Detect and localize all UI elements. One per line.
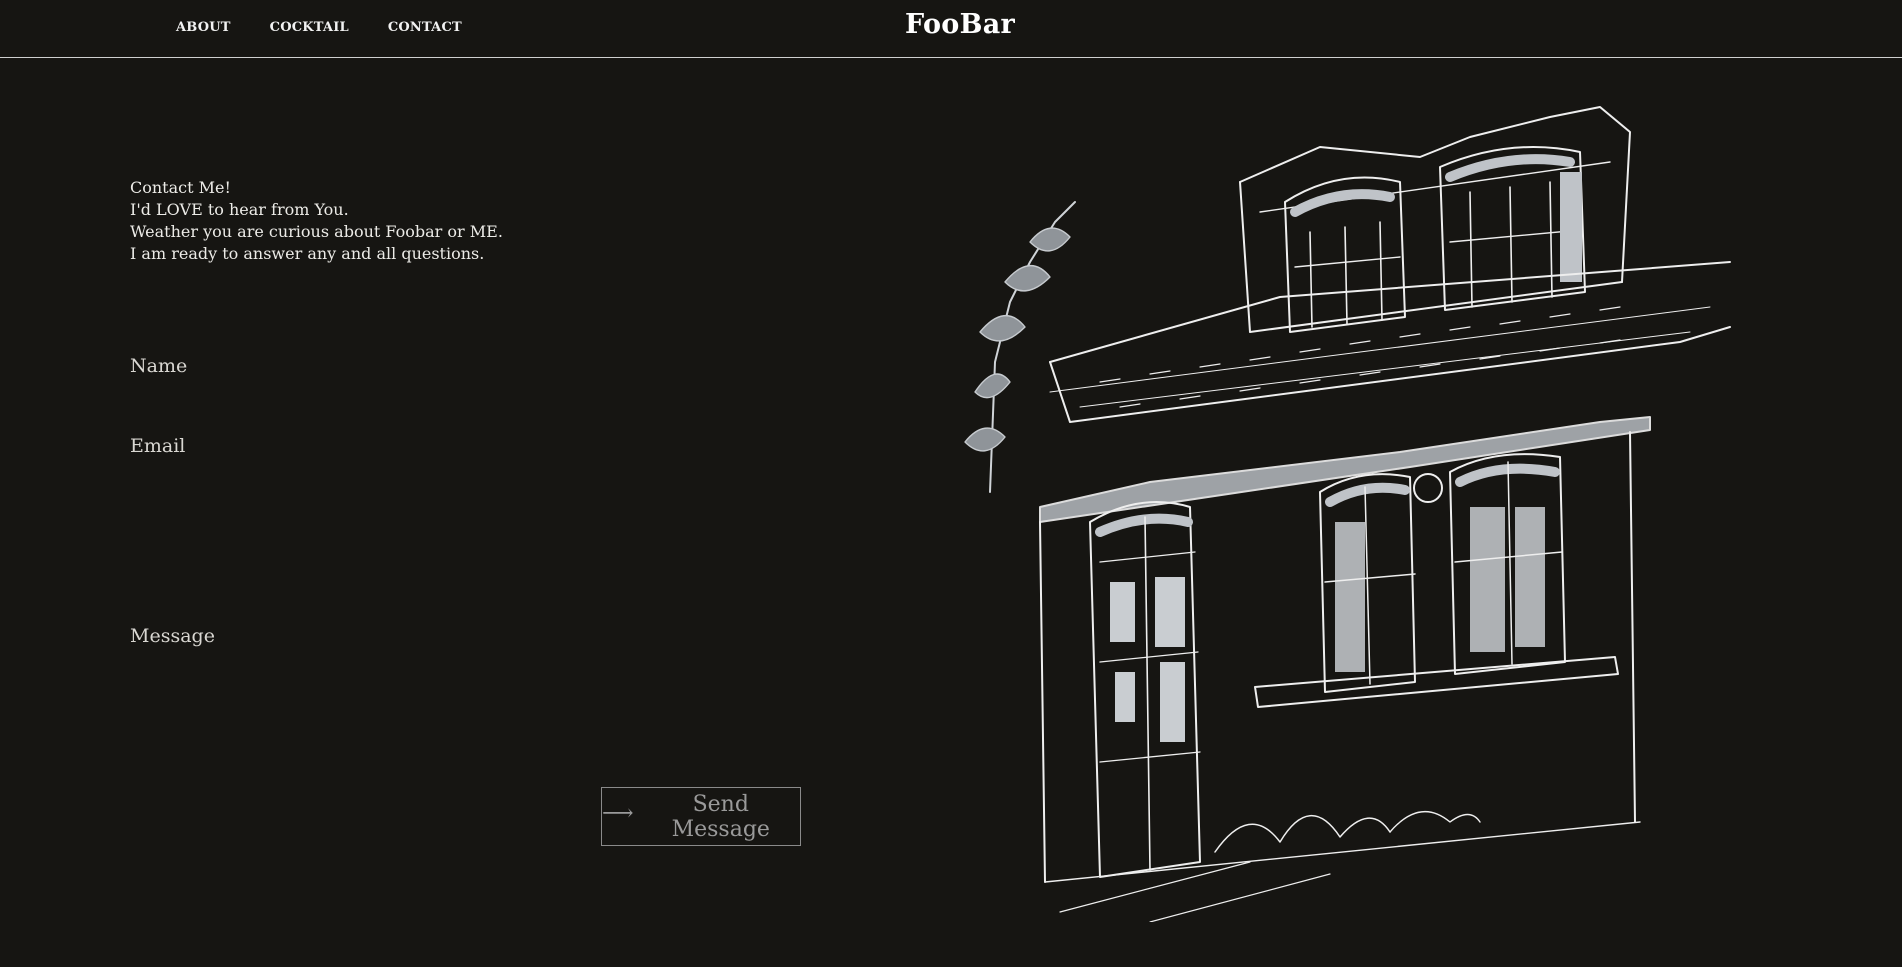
message-label: Message [130, 625, 215, 647]
send-message-button[interactable]: ⟶ Send Message [601, 787, 801, 846]
main-nav: ABOUT COCKTAIL CONTACT [176, 20, 501, 35]
email-input[interactable] [130, 464, 804, 494]
brand-logo[interactable]: FooBar [905, 9, 1015, 40]
nav-link-about[interactable]: ABOUT [176, 20, 231, 35]
right-arrow-icon: ⟶ [602, 801, 634, 826]
intro-line: I'd LOVE to hear from You. [130, 200, 349, 219]
name-label: Name [130, 355, 188, 377]
name-input[interactable] [130, 384, 804, 414]
nav-link-contact[interactable]: CONTACT [388, 20, 462, 35]
nav-link-cocktail[interactable]: COCKTAIL [270, 20, 349, 35]
send-message-label: Send Message [671, 791, 770, 842]
intro-line: Weather you are curious about Foobar or … [130, 222, 503, 241]
contact-intro: Contact Me! I'd LOVE to hear from You. W… [130, 177, 503, 265]
site-header: ABOUT COCKTAIL CONTACT FooBar [0, 0, 1902, 58]
message-textarea[interactable] [130, 655, 804, 769]
contact-page: ABOUT COCKTAIL CONTACT FooBar Contact Me… [0, 0, 1902, 967]
email-label: Email [130, 435, 186, 457]
building-sketch-image [964, 106, 1731, 922]
intro-heading: Contact Me! [130, 178, 231, 197]
intro-line: I am ready to answer any and all questio… [130, 244, 485, 263]
